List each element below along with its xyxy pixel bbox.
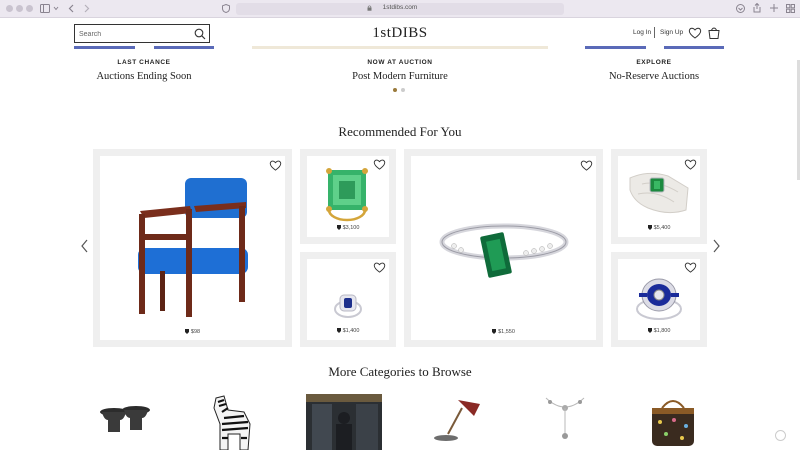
heart-icon[interactable] (269, 159, 282, 171)
forward-icon[interactable] (84, 4, 90, 13)
product-card[interactable]: $1,800 (611, 252, 707, 347)
chevron-right-icon[interactable] (711, 238, 721, 254)
promo-image-edge (74, 46, 135, 49)
promo-image-edge (585, 46, 646, 49)
zoom-window-icon[interactable] (26, 5, 33, 12)
price-tag-icon (492, 329, 497, 334)
promo-image-edge (154, 46, 214, 49)
signup-link[interactable]: Sign Up (660, 29, 683, 36)
search-input[interactable] (79, 28, 189, 40)
price-tag-icon (336, 328, 341, 333)
product-card[interactable]: $1,550 (404, 149, 603, 347)
emerald-ring-image (326, 168, 368, 222)
divider (654, 27, 655, 38)
promo-link[interactable]: Post Modern Furniture (310, 71, 490, 82)
chevron-down-icon[interactable] (53, 5, 59, 12)
site-logo[interactable]: 1stDIBS (370, 25, 430, 42)
heart-icon[interactable] (373, 158, 386, 170)
login-link[interactable]: Log In (633, 29, 651, 36)
category-side-tables[interactable] (96, 394, 156, 450)
url-text: 1stdibs.com (382, 4, 418, 11)
promo-image-edge (252, 46, 548, 49)
product-image-frame (100, 156, 285, 340)
heart-icon[interactable] (688, 26, 702, 40)
close-window-icon[interactable] (6, 5, 13, 12)
categories-title: More Categories to Browse (328, 364, 472, 379)
tab-overview-icon[interactable] (786, 4, 795, 13)
category-necklace[interactable] (540, 394, 590, 450)
heart-icon[interactable] (580, 159, 593, 171)
sapphire-ring-image (334, 294, 362, 318)
shield-icon[interactable] (222, 4, 230, 13)
price-tag-icon (336, 225, 341, 230)
sidebar-icon[interactable] (40, 4, 50, 13)
product-card[interactable]: $3,100 (300, 149, 396, 244)
share-icon[interactable] (753, 3, 761, 13)
ring-on-hand-image (629, 172, 689, 214)
sapphire-halo-ring-image (636, 278, 682, 320)
product-card[interactable]: $98 (93, 149, 292, 347)
product-card[interactable]: $1,400 (300, 252, 396, 347)
category-photograph[interactable] (306, 394, 382, 450)
heart-icon[interactable] (684, 261, 697, 273)
promo-label: LAST CHANCE (117, 59, 171, 66)
price-label: $3,100 (300, 225, 396, 231)
price-label: $1,800 (611, 328, 707, 334)
price-tag-icon (647, 225, 652, 230)
carousel-dot-active[interactable] (393, 88, 397, 92)
product-card[interactable]: $5,400 (611, 149, 707, 244)
price-label: $5,400 (611, 225, 707, 231)
category-handbag[interactable] (646, 394, 700, 450)
carousel-dot[interactable] (401, 88, 405, 92)
minimize-window-icon[interactable] (16, 5, 23, 12)
promo-image-edge (664, 46, 724, 49)
search-box[interactable] (74, 24, 210, 43)
promo-link[interactable]: Auctions Ending Soon (54, 71, 234, 82)
promo-label: EXPLORE (636, 59, 672, 66)
chevron-left-icon[interactable] (80, 238, 90, 254)
browser-toolbar: 1stdibs.com (0, 0, 800, 18)
back-icon[interactable] (68, 4, 74, 13)
shopping-bag-icon[interactable] (707, 26, 721, 40)
heart-icon[interactable] (373, 261, 386, 273)
scroll-to-top-button[interactable] (775, 430, 786, 441)
address-bar[interactable]: 1stdibs.com (236, 3, 564, 15)
new-tab-icon[interactable] (770, 4, 778, 12)
category-desk-lamp[interactable] (430, 394, 484, 450)
download-icon[interactable] (736, 4, 745, 13)
promo-link[interactable]: No-Reserve Auctions (564, 71, 744, 82)
product-image-frame (411, 156, 596, 340)
price-label: $98 (93, 329, 292, 335)
recommended-title: Recommended For You (338, 124, 462, 139)
price-tag-icon (647, 328, 652, 333)
price-tag-icon (184, 329, 189, 334)
search-icon[interactable] (194, 28, 206, 40)
armchair-image (138, 178, 248, 317)
promo-label: NOW AT AUCTION (367, 59, 433, 66)
price-label: $1,550 (404, 329, 603, 335)
price-label: $1,400 (300, 328, 396, 334)
heart-icon[interactable] (684, 158, 697, 170)
emerald-band-ring-image (439, 223, 569, 278)
category-zebra-sculpture[interactable] (210, 394, 258, 450)
